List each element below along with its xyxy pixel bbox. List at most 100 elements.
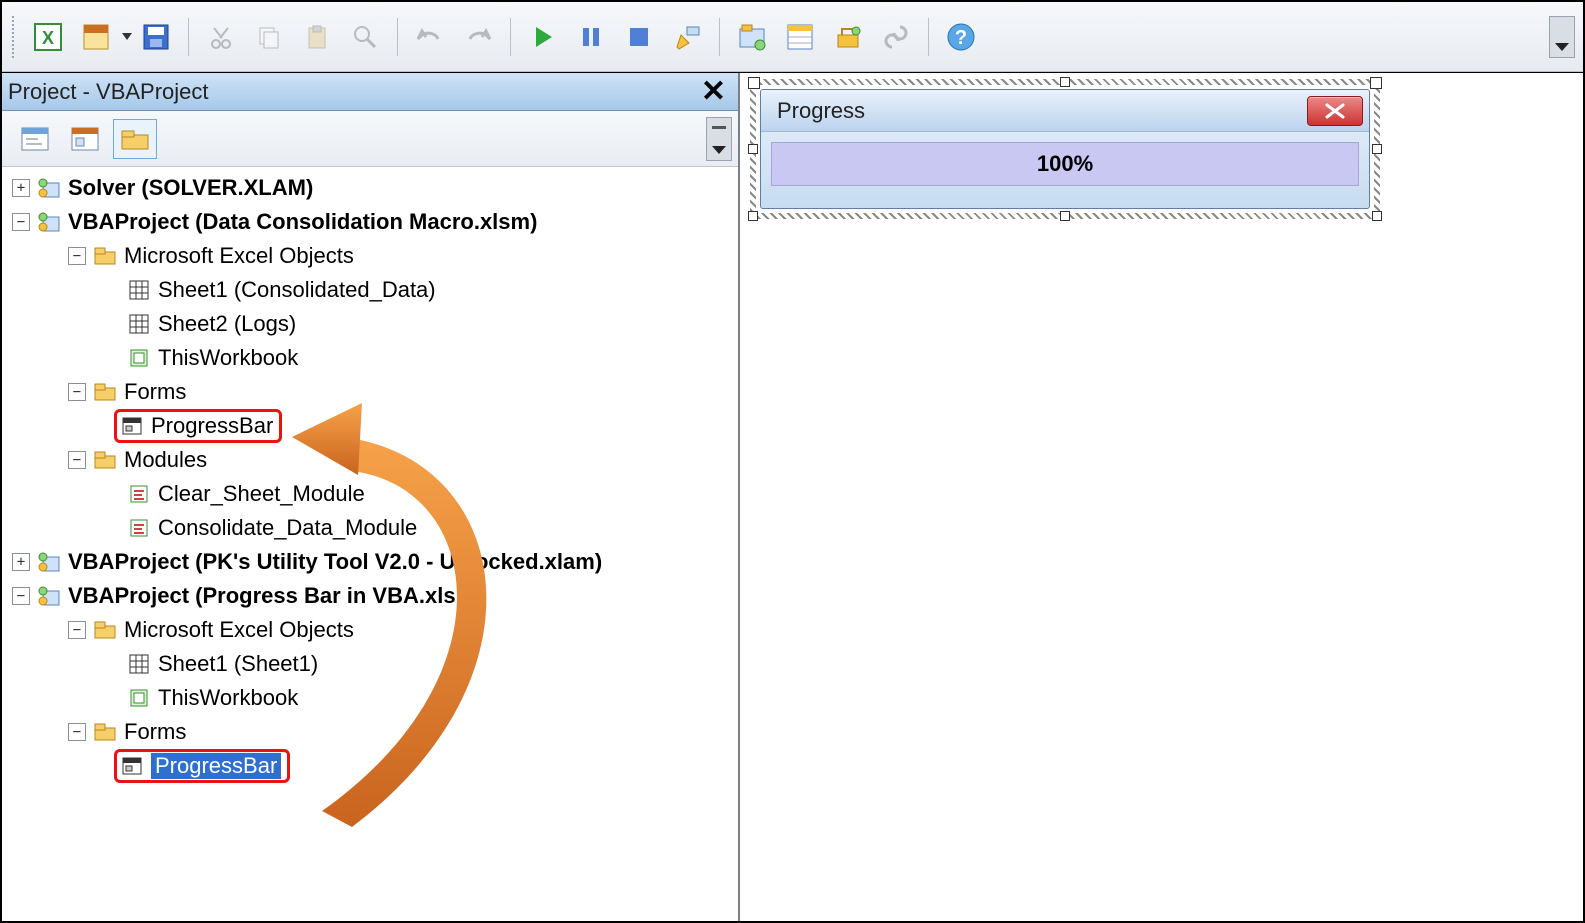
main-toolbar: X	[2, 2, 1583, 72]
dialog-titlebar[interactable]: Progress	[761, 90, 1369, 132]
toggle-folders-icon[interactable]	[113, 119, 157, 159]
progress-bar: 100%	[771, 142, 1359, 186]
worksheet-icon	[126, 312, 152, 336]
redo-icon[interactable]	[457, 16, 499, 58]
tree-node-sheet1[interactable]: Sheet1 (Consolidated_Data)	[2, 273, 738, 307]
form-icon	[119, 414, 145, 438]
tree-label: Sheet1 (Sheet1)	[158, 651, 318, 677]
paste-icon[interactable]	[296, 16, 338, 58]
pause-icon[interactable]	[570, 16, 612, 58]
properties-icon[interactable]	[75, 16, 117, 58]
close-button[interactable]	[1307, 96, 1363, 126]
tree-node-thisworkbook[interactable]: ThisWorkbook	[2, 341, 738, 375]
tree-label: Forms	[124, 719, 186, 745]
tree-label: ThisWorkbook	[158, 345, 298, 371]
separator	[397, 18, 398, 56]
undo-icon[interactable]	[409, 16, 451, 58]
close-icon[interactable]: ✕	[695, 77, 732, 107]
project-explorer-titlebar: Project - VBAProject ✕	[2, 73, 738, 111]
collapse-icon[interactable]: −	[68, 451, 86, 469]
tree-node-thisworkbook-2[interactable]: ThisWorkbook	[2, 681, 738, 715]
object-browser-icon[interactable]	[875, 16, 917, 58]
project-explorer-icon[interactable]	[731, 16, 773, 58]
module-icon	[126, 516, 152, 540]
tree-label: Sheet2 (Logs)	[158, 311, 296, 337]
folder-icon	[92, 448, 118, 472]
tree-node-progressbar-bottom[interactable]: ProgressBar	[2, 749, 738, 783]
separator	[188, 18, 189, 56]
folder-icon	[92, 244, 118, 268]
project-icon	[36, 210, 62, 234]
tree-node-excel-objects[interactable]: − Microsoft Excel Objects	[2, 239, 738, 273]
tree-label: ThisWorkbook	[158, 685, 298, 711]
toolbar-overflow-button[interactable]	[1549, 16, 1575, 58]
separator	[928, 18, 929, 56]
tree-label: Consolidate_Data_Module	[158, 515, 417, 541]
collapse-icon[interactable]: −	[68, 383, 86, 401]
folder-icon	[92, 720, 118, 744]
toolbox-icon[interactable]	[827, 16, 869, 58]
tree-label: Modules	[124, 447, 207, 473]
expand-icon[interactable]: +	[12, 553, 30, 571]
tree-node-modules[interactable]: − Modules	[2, 443, 738, 477]
help-icon[interactable]: ?	[940, 16, 982, 58]
annotation-highlight: ProgressBar	[114, 409, 282, 443]
cut-icon[interactable]	[200, 16, 242, 58]
tree-label: Solver (SOLVER.XLAM)	[68, 175, 313, 201]
tree-label: VBAProject (Data Consolidation Macro.xls…	[68, 209, 537, 235]
collapse-icon[interactable]: −	[68, 621, 86, 639]
dialog-body: 100%	[761, 132, 1369, 196]
save-icon[interactable]	[135, 16, 177, 58]
dropdown-caret-icon[interactable]	[122, 33, 132, 40]
separator	[510, 18, 511, 56]
design-mode-icon[interactable]	[666, 16, 708, 58]
tree-node-utility-tool[interactable]: + VBAProject (PK's Utility Tool V2.0 - U…	[2, 545, 738, 579]
project-icon	[36, 176, 62, 200]
tree-label: Forms	[124, 379, 186, 405]
tree-node-consolidate-module[interactable]: Consolidate_Data_Module	[2, 511, 738, 545]
tree-node-progress-bar-project[interactable]: − VBAProject (Progress Bar in VBA.xlsm)	[2, 579, 738, 613]
tree-node-data-consolidation[interactable]: − VBAProject (Data Consolidation Macro.x…	[2, 205, 738, 239]
tree-node-excel-objects-2[interactable]: − Microsoft Excel Objects	[2, 613, 738, 647]
folder-icon	[92, 380, 118, 404]
tree-node-forms[interactable]: − Forms	[2, 375, 738, 409]
module-icon	[126, 482, 152, 506]
project-explorer-toolbar	[2, 111, 738, 167]
expand-icon[interactable]: +	[12, 179, 30, 197]
collapse-icon[interactable]: −	[12, 213, 30, 231]
collapse-icon[interactable]: −	[68, 247, 86, 265]
collapse-icon[interactable]: −	[68, 723, 86, 741]
stop-icon[interactable]	[618, 16, 660, 58]
workbook-icon	[126, 686, 152, 710]
tree-label: Microsoft Excel Objects	[124, 243, 354, 269]
tree-label: ProgressBar	[151, 753, 281, 779]
pane-toolbar-overflow[interactable]	[706, 117, 732, 161]
collapse-icon[interactable]: −	[12, 587, 30, 605]
form-designer[interactable]: Progress 100%	[740, 73, 1583, 921]
tree-label: ProgressBar	[151, 413, 273, 439]
svg-text:X: X	[42, 28, 54, 48]
tree-node-solver[interactable]: + Solver (SOLVER.XLAM)	[2, 171, 738, 205]
tree-node-clear-module[interactable]: Clear_Sheet_Module	[2, 477, 738, 511]
project-icon	[36, 550, 62, 574]
tree-label: VBAProject (PK's Utility Tool V2.0 - Unl…	[68, 549, 602, 575]
tree-node-forms-2[interactable]: − Forms	[2, 715, 738, 749]
project-explorer-title: Project - VBAProject	[8, 79, 695, 105]
view-object-icon[interactable]	[63, 119, 107, 159]
run-icon[interactable]	[522, 16, 564, 58]
design-selection-frame[interactable]: Progress 100%	[750, 79, 1380, 219]
excel-icon[interactable]: X	[27, 16, 69, 58]
project-icon	[36, 584, 62, 608]
find-icon[interactable]	[344, 16, 386, 58]
form-icon	[119, 754, 145, 778]
properties-window-icon[interactable]	[779, 16, 821, 58]
tree-label: VBAProject (Progress Bar in VBA.xlsm)	[68, 583, 482, 609]
view-code-icon[interactable]	[13, 119, 57, 159]
dialog-title: Progress	[777, 98, 1307, 124]
tree-node-sheet1-2[interactable]: Sheet1 (Sheet1)	[2, 647, 738, 681]
copy-icon[interactable]	[248, 16, 290, 58]
tree-node-progressbar-top[interactable]: ProgressBar	[2, 409, 738, 443]
tree-label: Microsoft Excel Objects	[124, 617, 354, 643]
project-tree[interactable]: + Solver (SOLVER.XLAM) − VBAProject (Dat…	[2, 167, 738, 803]
tree-node-sheet2[interactable]: Sheet2 (Logs)	[2, 307, 738, 341]
